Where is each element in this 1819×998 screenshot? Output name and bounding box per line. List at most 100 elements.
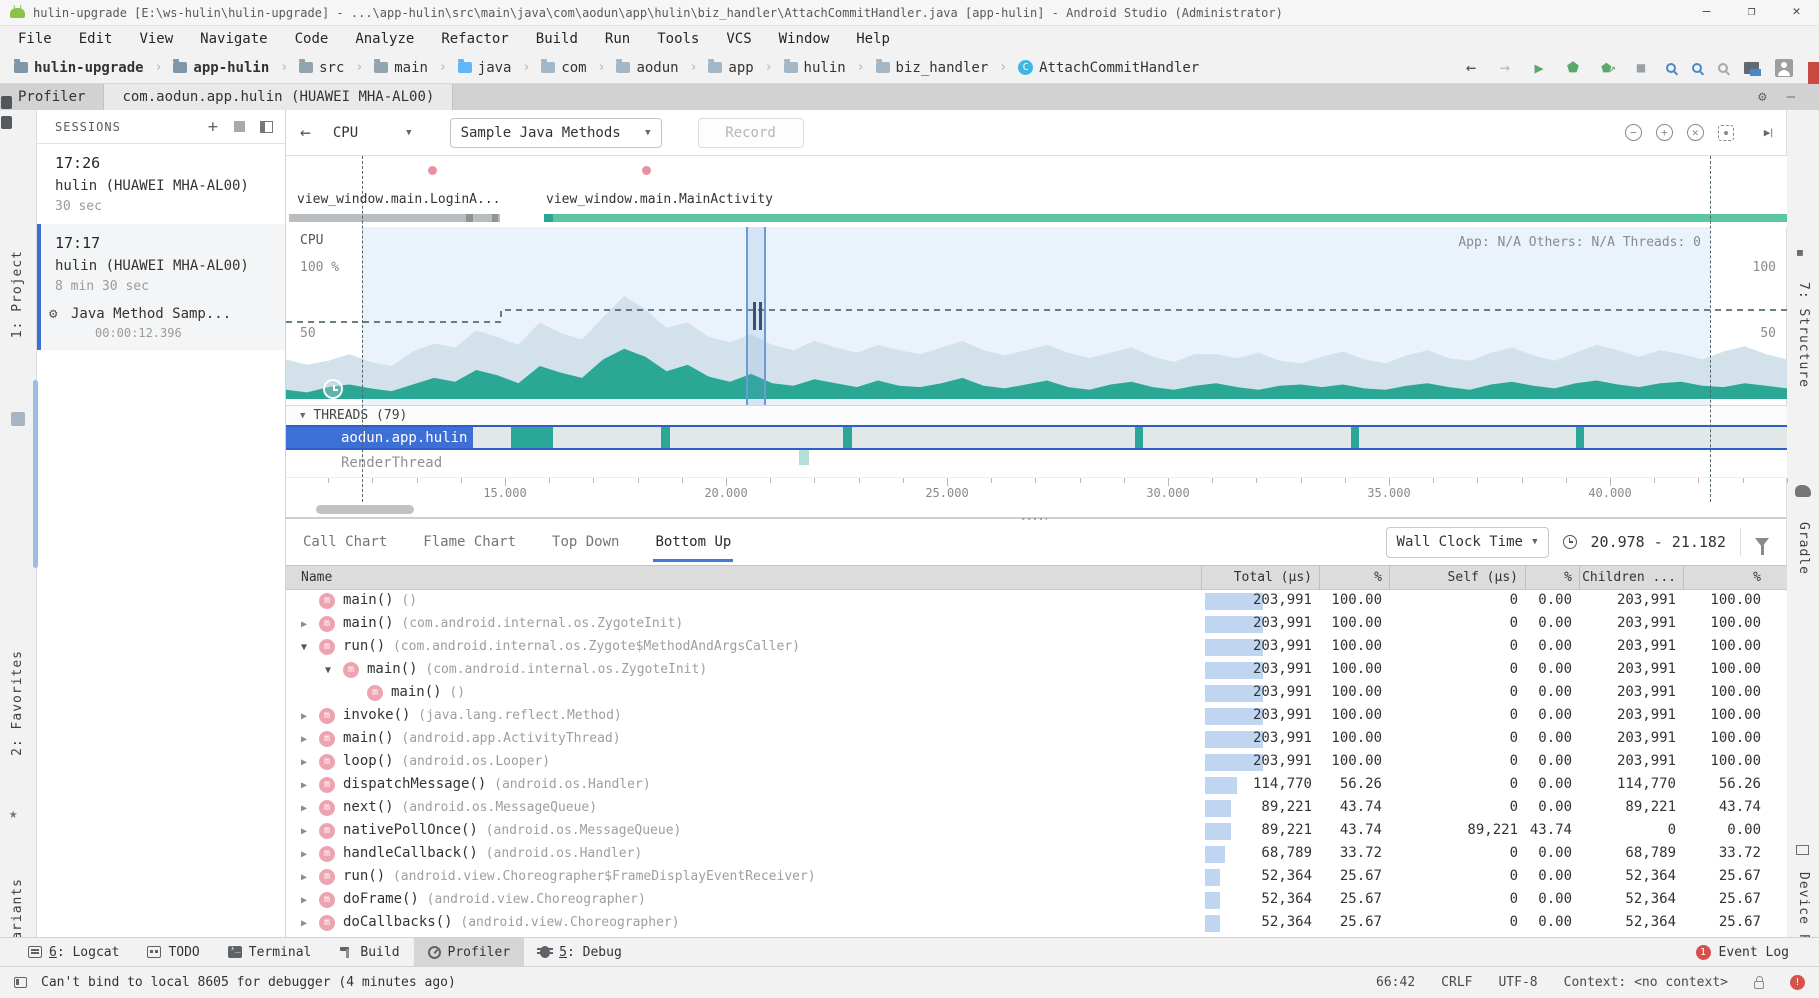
back-icon[interactable]: ← <box>1462 58 1480 78</box>
breadcrumb-item-src[interactable]: src <box>299 59 344 76</box>
caret-position[interactable]: 66:42 <box>1376 975 1415 990</box>
session-item[interactable]: 17:26 hulin (HUAWEI MHA-AL00) 30 sec <box>37 144 285 224</box>
table-row[interactable]: ▼ m run() (com.android.internal.os.Zygote$… <box>286 636 1787 659</box>
collapse-arrow-icon[interactable]: ▼ <box>325 665 331 676</box>
lock-icon[interactable] <box>1754 975 1764 989</box>
stop-session-icon[interactable] <box>234 121 245 132</box>
table-row[interactable]: ▶ m main() (com.android.internal.os.Zygote… <box>286 613 1787 636</box>
expand-arrow-icon[interactable]: ▶ <box>301 711 307 722</box>
filter-icon[interactable] <box>1755 537 1769 555</box>
menu-item-analyze[interactable]: Analyze <box>355 31 414 47</box>
zoom-out-icon[interactable]: − <box>1624 124 1642 141</box>
table-row[interactable]: ▶ m next() (android.os.MessageQueue) 89,221… <box>286 797 1787 820</box>
tab-profiler-session[interactable]: com.aodun.app.hulin (HUAWEI MHA-AL00) <box>103 84 454 110</box>
breadcrumb-item-biz_handler[interactable]: biz_handler <box>875 59 988 76</box>
tab-profiler[interactable]: Profiler <box>0 84 103 110</box>
toolwindow-button-logcat[interactable]: 6: Logcat <box>14 938 133 967</box>
column-separator[interactable] <box>1525 565 1526 590</box>
breadcrumb-item-app[interactable]: app <box>708 59 754 76</box>
breadcrumb-item-aodun[interactable]: aodun <box>616 59 679 76</box>
run-icon[interactable]: ▶ <box>1530 59 1548 77</box>
zoom-to-selection-icon[interactable] <box>1717 124 1734 141</box>
column-separator[interactable] <box>1201 565 1202 590</box>
timeline-scrollbar[interactable] <box>286 503 1787 517</box>
thread-row-main[interactable]: aodun.app.hulin <box>286 425 1787 450</box>
toolwindow-button-profiler[interactable]: Profiler <box>413 937 525 967</box>
table-row[interactable]: ▶ m run() (android.view.Choreographer$Fram… <box>286 866 1787 889</box>
cpu-usage-chart[interactable]: CPU 100 % 50 App: N/A Others: N/A Threads: … <box>286 227 1787 405</box>
sidebar-item-structure[interactable]: 7: Structure <box>1796 282 1811 388</box>
breadcrumb-item-AttachCommitHandler[interactable]: C AttachCommitHandler <box>1018 60 1199 76</box>
menu-item-tools[interactable]: Tools <box>657 31 699 47</box>
table-row[interactable]: ▶ m nativePollOnce() (android.os.MessageQu… <box>286 820 1787 843</box>
menu-item-refactor[interactable]: Refactor <box>441 31 508 47</box>
expand-arrow-icon[interactable]: ▶ <box>301 872 307 883</box>
back-icon[interactable]: ← <box>300 122 311 143</box>
expand-arrow-icon[interactable]: ▶ <box>301 918 307 929</box>
column-separator[interactable] <box>1579 565 1580 590</box>
scrollbar-thumb[interactable] <box>316 505 414 514</box>
toolwindow-button-terminal[interactable]: Terminal <box>214 938 326 967</box>
selection-handle[interactable] <box>746 227 766 405</box>
thread-row-render[interactable]: RenderThread <box>286 450 1787 478</box>
profile-icon[interactable] <box>1666 62 1676 73</box>
expand-arrow-icon[interactable]: ▶ <box>301 826 307 837</box>
table-row[interactable]: ▶ m doCallbacks() (android.view.Choreograp… <box>286 912 1787 935</box>
search-icon[interactable] <box>1692 62 1702 73</box>
tab-bottom-up[interactable]: Bottom Up <box>653 522 734 562</box>
table-row[interactable]: ▶ m loop() (android.os.Looper) 203,991 100.0… <box>286 751 1787 774</box>
table-row[interactable]: m main() () 203,991 100.00 0 0.00 203,991 100.0… <box>286 590 1787 613</box>
fatal-error-icon[interactable]: ! <box>1790 975 1805 990</box>
breadcrumb-item-java[interactable]: java <box>457 59 511 76</box>
event-timeline[interactable]: view_window.main.LoginA... view_window.ma… <box>286 156 1787 227</box>
minimize-button[interactable]: — <box>1684 0 1729 26</box>
expand-arrow-icon[interactable]: ▶ <box>301 780 307 791</box>
table-row[interactable]: ▶ m dispatchMessage() (android.os.Handler)… <box>286 774 1787 797</box>
sessions-scrollbar[interactable] <box>33 380 38 568</box>
breadcrumb-item-hulin-upgrade[interactable]: hulin-upgrade <box>14 59 144 76</box>
breadcrumb-item-app-hulin[interactable]: app-hulin <box>173 59 269 76</box>
collapse-panel-icon[interactable] <box>260 120 273 133</box>
status-message[interactable]: Can't bind to local 8605 for debugger (4… <box>41 975 456 990</box>
threads-section-header[interactable]: ▼ THREADS (79) <box>286 405 1787 425</box>
menu-item-run[interactable]: Run <box>605 31 630 47</box>
debug-icon[interactable]: ⬟ <box>1564 59 1582 77</box>
expand-arrow-icon[interactable]: ▶ <box>301 895 307 906</box>
stop-icon[interactable]: ■ <box>1632 59 1650 77</box>
menu-item-window[interactable]: Window <box>779 31 830 47</box>
line-ending-selector[interactable]: CRLF <box>1441 975 1472 990</box>
column-separator[interactable] <box>1319 565 1320 590</box>
expand-arrow-icon[interactable]: ▶ <box>301 849 307 860</box>
session-artifact-java-method-sample[interactable]: ⚙ Java Method Samp... 00:00:12.396 <box>37 304 285 350</box>
session-item[interactable]: 17:17 hulin (HUAWEI MHA-AL00) 8 min 30 sec <box>37 224 285 304</box>
table-row[interactable]: ▶ m handleCallback() (android.os.Handler) 6… <box>286 843 1787 866</box>
encoding-selector[interactable]: UTF-8 <box>1498 975 1537 990</box>
context-widget[interactable]: Context: <no context> <box>1564 975 1728 990</box>
column-header[interactable]: % <box>1561 570 1761 585</box>
sidebar-item-favorites[interactable]: 2: Favorites <box>10 650 25 756</box>
collapse-arrow-icon[interactable]: ▼ <box>301 642 307 653</box>
tab-call-chart[interactable]: Call Chart <box>301 522 389 562</box>
breadcrumb-item-com[interactable]: com <box>541 59 587 76</box>
expand-arrow-icon[interactable]: ▶ <box>301 803 307 814</box>
handle-grip[interactable] <box>753 302 756 330</box>
toolwindow-button-debug[interactable]: 5: Debug <box>524 938 636 967</box>
breadcrumb-item-main[interactable]: main <box>374 59 428 76</box>
expand-arrow-icon[interactable]: ▶ <box>301 619 307 630</box>
tab-flame-chart[interactable]: Flame Chart <box>421 522 518 562</box>
menu-item-code[interactable]: Code <box>295 31 329 47</box>
avatar-icon[interactable] <box>1775 58 1793 77</box>
jump-to-live-icon[interactable]: ▶❘ <box>1764 126 1775 139</box>
toolwindow-button-build[interactable]: Build <box>325 938 413 967</box>
table-row[interactable]: ▶ m invoke() (java.lang.reflect.Method) 203… <box>286 705 1787 728</box>
table-header[interactable]: Name Total (μs)% Self (μs)% Children ...% <box>286 565 1787 590</box>
lane-dropdown[interactable]: CPU ▼ <box>333 125 412 141</box>
column-header-name[interactable]: Name <box>301 570 332 585</box>
close-button[interactable]: ✕ <box>1774 0 1819 26</box>
zoom-in-icon[interactable]: + <box>1655 124 1673 141</box>
expand-arrow-icon[interactable]: ▶ <box>301 757 307 768</box>
record-button[interactable]: Record <box>697 117 804 148</box>
table-row[interactable]: ▶ m doFrame() (android.view.Choreographer)… <box>286 889 1787 912</box>
table-row[interactable]: m main() () 203,991 100.00 0 0.00 203,991 100.0… <box>286 682 1787 705</box>
reset-zoom-icon[interactable]: ✕ <box>1686 124 1704 141</box>
